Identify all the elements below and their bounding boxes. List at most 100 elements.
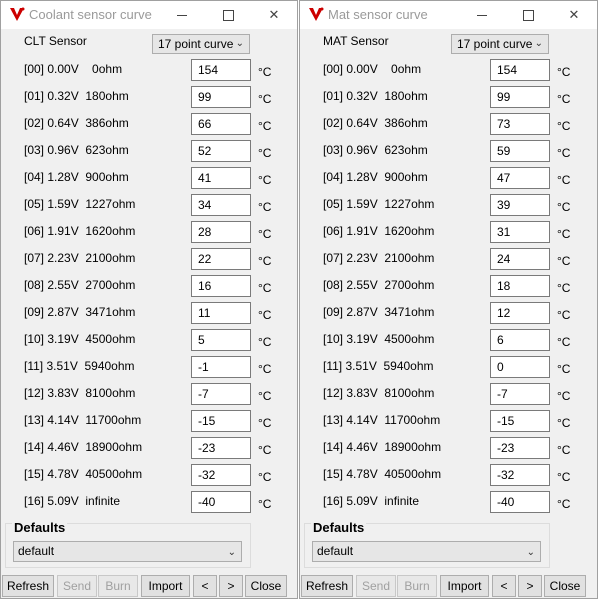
temperature-input[interactable]: 99 — [490, 86, 550, 108]
curve-row-label: [07] 2.23V 2100ohm — [323, 251, 435, 265]
refresh-button[interactable]: Refresh — [2, 575, 54, 597]
send-button[interactable]: Send — [57, 575, 97, 597]
temperature-input[interactable]: -7 — [191, 383, 251, 405]
unit-label: °C — [258, 416, 272, 430]
curve-row: [08] 2.55V 2700ohm 16 °C — [1, 275, 297, 299]
temperature-input[interactable]: 59 — [490, 140, 550, 162]
temperature-input[interactable]: 12 — [490, 302, 550, 324]
temperature-input[interactable]: -15 — [490, 410, 550, 432]
unit-label: °C — [258, 119, 272, 133]
curve-row: [01] 0.32V 180ohm 99 °C — [1, 86, 297, 110]
close-button[interactable]: Close — [544, 575, 586, 597]
unit-label: °C — [557, 335, 571, 349]
curve-row: [03] 0.96V 623ohm 59 °C — [300, 140, 597, 164]
temperature-input[interactable]: -7 — [490, 383, 550, 405]
temperature-input[interactable]: 16 — [191, 275, 251, 297]
temperature-input[interactable]: -23 — [191, 437, 251, 459]
curve-row: [09] 2.87V 3471ohm 11 °C — [1, 302, 297, 326]
unit-label: °C — [557, 65, 571, 79]
temperature-input[interactable]: 73 — [490, 113, 550, 135]
next-button[interactable]: > — [518, 575, 542, 597]
curve-row: [15] 4.78V 40500ohm -32 °C — [1, 464, 297, 488]
temperature-input[interactable]: 5 — [191, 329, 251, 351]
curve-row-label: [10] 3.19V 4500ohm — [24, 332, 136, 346]
defaults-select[interactable]: default ⌄ — [312, 541, 541, 562]
title-bar[interactable]: Mat sensor curve ✕ — [300, 1, 597, 29]
temperature-input[interactable]: -40 — [490, 491, 550, 513]
curve-row: [07] 2.23V 2100ohm 22 °C — [1, 248, 297, 272]
unit-label: °C — [557, 173, 571, 187]
temperature-input[interactable]: 154 — [191, 59, 251, 81]
temperature-input[interactable]: 66 — [191, 113, 251, 135]
temperature-input[interactable]: 41 — [191, 167, 251, 189]
curve-row: [11] 3.51V 5940ohm -1 °C — [1, 356, 297, 380]
temperature-input[interactable]: 28 — [191, 221, 251, 243]
temperature-input[interactable]: -23 — [490, 437, 550, 459]
curve-row-label: [11] 3.51V 5940ohm — [323, 359, 434, 373]
curve-row-label: [12] 3.83V 8100ohm — [24, 386, 136, 400]
temperature-input[interactable]: 18 — [490, 275, 550, 297]
temperature-input[interactable]: -32 — [191, 464, 251, 486]
temperature-input[interactable]: 11 — [191, 302, 251, 324]
defaults-title: Defaults — [12, 520, 68, 535]
temperature-input[interactable]: 154 — [490, 59, 550, 81]
maximize-icon[interactable] — [205, 1, 251, 29]
temperature-input[interactable]: -1 — [191, 356, 251, 378]
chevron-down-icon: ⌄ — [526, 547, 535, 558]
unit-label: °C — [557, 389, 571, 403]
defaults-select[interactable]: default ⌄ — [13, 541, 242, 562]
prev-button[interactable]: < — [193, 575, 217, 597]
curve-row: [12] 3.83V 8100ohm -7 °C — [1, 383, 297, 407]
unit-label: °C — [258, 470, 272, 484]
unit-label: °C — [258, 254, 272, 268]
chevron-down-icon: ⌄ — [227, 547, 236, 558]
curve-type-select[interactable]: 17 point curve ⌄ — [152, 34, 250, 54]
burn-button[interactable]: Burn — [98, 575, 138, 597]
temperature-input[interactable]: -15 — [191, 410, 251, 432]
import-button[interactable]: Import — [440, 575, 489, 597]
prev-button[interactable]: < — [492, 575, 516, 597]
temperature-input[interactable]: 6 — [490, 329, 550, 351]
temperature-input[interactable]: 34 — [191, 194, 251, 216]
curve-row-label: [14] 4.46V 18900ohm — [24, 440, 143, 454]
import-button[interactable]: Import — [141, 575, 190, 597]
button-bar: Refresh Send Burn Import < > Close — [300, 575, 597, 597]
temperature-input[interactable]: 31 — [490, 221, 550, 243]
title-bar[interactable]: Coolant sensor curve ✕ — [1, 1, 297, 29]
close-button[interactable]: Close — [245, 575, 287, 597]
temperature-input[interactable]: 24 — [490, 248, 550, 270]
curve-row: [16] 5.09V infinite -40 °C — [300, 491, 597, 515]
close-icon[interactable]: ✕ — [251, 1, 297, 29]
temperature-input[interactable]: 52 — [191, 140, 251, 162]
temperature-input[interactable]: -40 — [191, 491, 251, 513]
close-icon[interactable]: ✕ — [551, 1, 597, 29]
curve-row-label: [09] 2.87V 3471ohm — [323, 305, 435, 319]
unit-label: °C — [258, 497, 272, 511]
temperature-input[interactable]: -32 — [490, 464, 550, 486]
curve-row: [03] 0.96V 623ohm 52 °C — [1, 140, 297, 164]
curve-row: [10] 3.19V 4500ohm 5 °C — [1, 329, 297, 353]
curve-row-label: [12] 3.83V 8100ohm — [323, 386, 435, 400]
curve-row: [05] 1.59V 1227ohm 39 °C — [300, 194, 597, 218]
temperature-input[interactable]: 99 — [191, 86, 251, 108]
unit-label: °C — [258, 92, 272, 106]
maximize-icon[interactable] — [505, 1, 551, 29]
unit-label: °C — [258, 443, 272, 457]
burn-button[interactable]: Burn — [397, 575, 437, 597]
curve-row: [00] 0.00V 0ohm 154 °C — [1, 59, 297, 83]
minimize-icon[interactable] — [159, 1, 205, 29]
temperature-input[interactable]: 39 — [490, 194, 550, 216]
temperature-input[interactable]: 0 — [490, 356, 550, 378]
temperature-input[interactable]: 22 — [191, 248, 251, 270]
curve-row-label: [08] 2.55V 2700ohm — [24, 278, 136, 292]
curve-type-value: 17 point curve — [457, 37, 533, 51]
refresh-button[interactable]: Refresh — [301, 575, 353, 597]
unit-label: °C — [557, 362, 571, 376]
minimize-icon[interactable] — [459, 1, 505, 29]
send-button[interactable]: Send — [356, 575, 396, 597]
curve-type-select[interactable]: 17 point curve ⌄ — [451, 34, 549, 54]
unit-label: °C — [557, 146, 571, 160]
temperature-input[interactable]: 47 — [490, 167, 550, 189]
unit-label: °C — [258, 146, 272, 160]
next-button[interactable]: > — [219, 575, 243, 597]
